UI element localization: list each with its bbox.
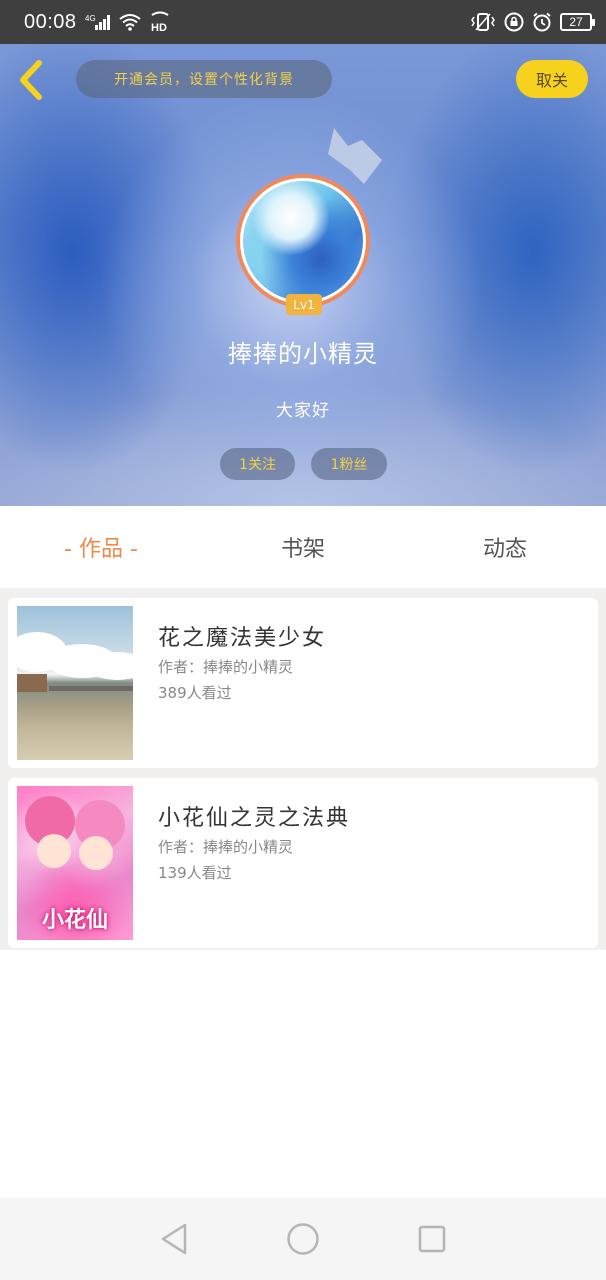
vip-background-banner[interactable]: 开通会员，设置个性化背景 [76, 60, 332, 98]
avatar-image [243, 181, 363, 301]
status-time: 00:08 [24, 10, 77, 33]
nav-home-button[interactable] [283, 1219, 323, 1259]
username: 捧捧的小精灵 [228, 340, 378, 368]
tab-bar: - 作品 - 书架 动态 [0, 506, 606, 588]
vibrate-icon [470, 12, 496, 32]
following-count-button[interactable]: 1关注 [220, 448, 295, 480]
tab-works[interactable]: - 作品 - [0, 531, 202, 563]
book-views: 389人看过 [158, 684, 232, 702]
square-recent-icon [418, 1225, 445, 1253]
nav-back-button[interactable] [154, 1219, 194, 1259]
circle-home-icon [287, 1223, 319, 1255]
tab-activity[interactable]: 动态 [404, 531, 606, 563]
triangle-back-icon [162, 1223, 187, 1255]
list-item[interactable]: 小花仙 小花仙之灵之法典 作者：捧捧的小精灵 139人看过 [8, 778, 598, 948]
nav-recent-button[interactable] [412, 1219, 452, 1259]
avatar[interactable] [236, 174, 370, 308]
chevron-left-icon [20, 60, 42, 100]
book-views: 139人看过 [158, 864, 232, 882]
user-bio: 大家好 [276, 401, 330, 421]
back-button[interactable] [14, 58, 50, 102]
status-right: 27 [470, 12, 595, 32]
crown-icon [328, 128, 382, 184]
level-badge: Lv1 [286, 294, 322, 315]
battery-indicator: 27 [560, 13, 595, 31]
status-bar: 00:08 4G HD 27 [0, 0, 606, 44]
book-author: 作者：捧捧的小精灵 [158, 838, 294, 856]
book-cover-image: 小花仙 [17, 786, 133, 940]
cover-logo-text: 小花仙 [41, 908, 108, 933]
status-left: 00:08 4G HD [24, 11, 171, 34]
book-title: 小花仙之灵之法典 [158, 806, 351, 831]
book-author: 作者：捧捧的小精灵 [158, 658, 294, 676]
network-type-label: 4G [85, 14, 96, 23]
alarm-icon [532, 12, 552, 32]
unfollow-button[interactable]: 取关 [516, 60, 588, 98]
lock-icon [504, 12, 524, 32]
fans-count-button[interactable]: 1粉丝 [311, 448, 387, 480]
tab-bookshelf[interactable]: 书架 [202, 531, 404, 563]
system-nav-bar [0, 1198, 606, 1280]
profile-header: 开通会员，设置个性化背景 取关 Lv1 捧捧的小精灵 大家好 1关注 1粉丝 [0, 44, 606, 506]
works-list: 花之魔法美少女 作者：捧捧的小精灵 389人看过 小花仙 小花仙之灵之法典 作者… [0, 588, 606, 950]
hd-label: HD [151, 22, 167, 33]
wifi-icon [118, 13, 141, 31]
signal-icon: 4G [85, 13, 111, 31]
book-cover-image [17, 606, 133, 760]
list-item[interactable]: 花之魔法美少女 作者：捧捧的小精灵 389人看过 [8, 598, 598, 768]
book-title: 花之魔法美少女 [158, 626, 327, 651]
hd-call-icon: HD [149, 11, 171, 33]
